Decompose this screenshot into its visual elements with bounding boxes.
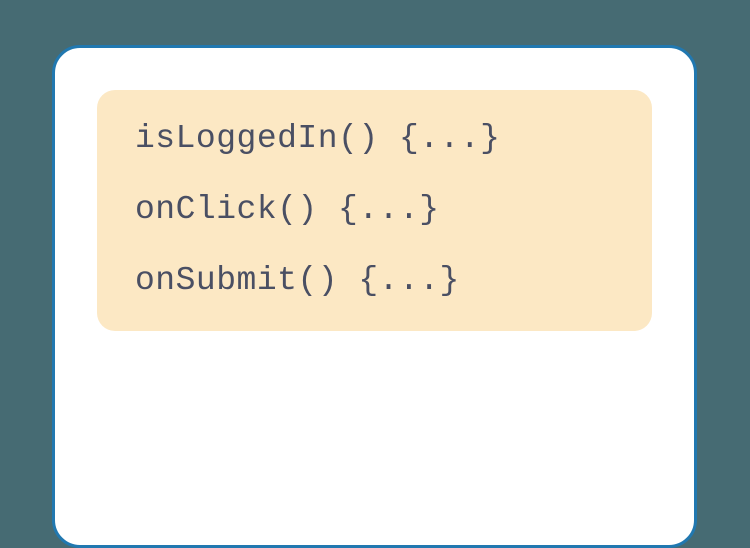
code-line: isLoggedIn() {...} xyxy=(135,122,614,155)
code-line: onClick() {...} xyxy=(135,193,614,226)
code-line: onSubmit() {...} xyxy=(135,264,614,297)
code-block: isLoggedIn() {...} onClick() {...} onSub… xyxy=(97,90,652,331)
card-container: isLoggedIn() {...} onClick() {...} onSub… xyxy=(52,45,697,548)
